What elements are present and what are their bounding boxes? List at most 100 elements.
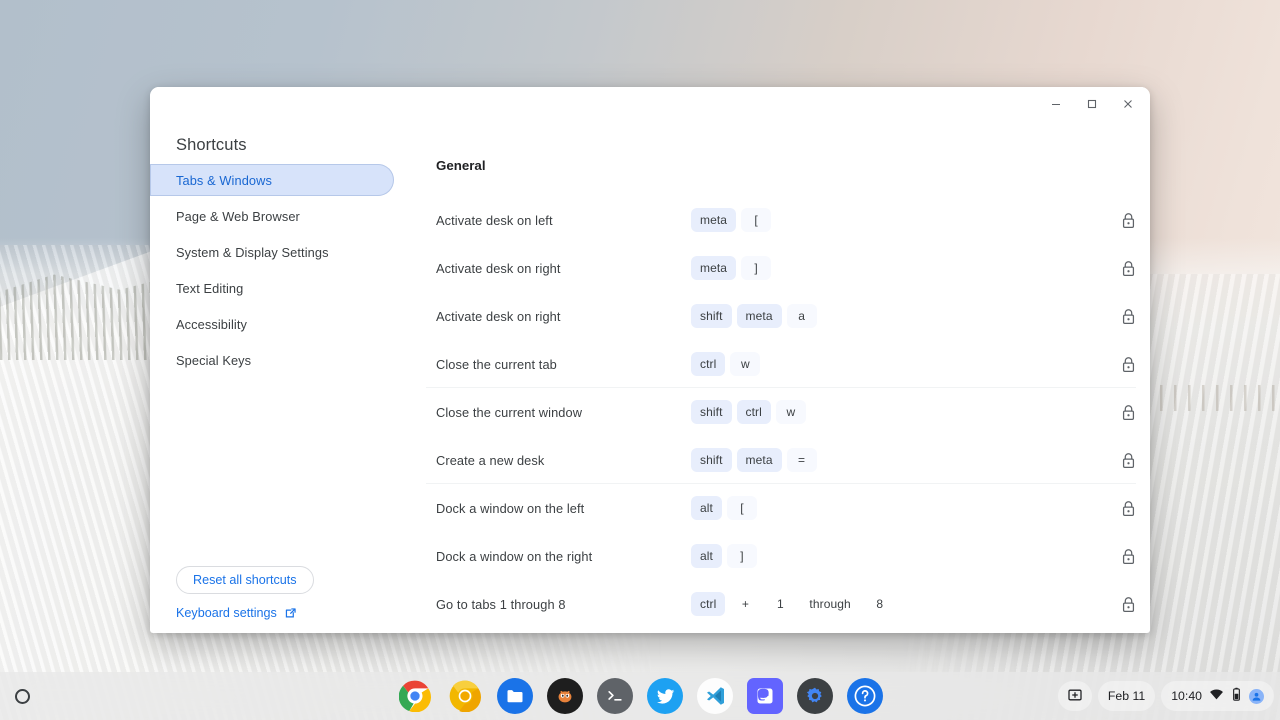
date-button[interactable]: Feb 11 [1097, 681, 1156, 711]
minimize-button[interactable] [1038, 89, 1074, 119]
shelf-app-terminal[interactable] [597, 678, 633, 714]
shortcut-row[interactable]: Dock a window on the right alt] [426, 532, 1150, 580]
shortcut-keys: shift meta = [691, 448, 1106, 472]
maximize-button[interactable] [1074, 89, 1110, 119]
sidebar-footer: Reset all shortcuts Keyboard settings [150, 566, 418, 622]
key-chip: [ [726, 496, 757, 520]
key-chip: shift [691, 448, 732, 472]
system-tray[interactable]: 10:40 [1161, 681, 1274, 711]
clock-label: 10:40 [1171, 689, 1202, 703]
key-chip: ctrl [691, 592, 726, 616]
sidebar-item-tabs-and-windows[interactable]: Tabs & Windows [150, 164, 394, 196]
key-chip: w [775, 400, 806, 424]
shelf-app-help[interactable] [847, 678, 883, 714]
shelf-app-vscode[interactable] [697, 678, 733, 714]
sidebar: Tabs & Windows Page & Web Browser System… [150, 155, 418, 622]
shortcut-row[interactable]: Dock a window on the left alt[ [426, 484, 1150, 532]
key-chip: w [730, 352, 761, 376]
shortcuts-window: Shortcuts Tabs & Windows Page & Web Brow… [150, 87, 1150, 633]
shortcut-label: Activate desk on left [436, 212, 553, 228]
keyboard-settings-link[interactable]: Keyboard settings [176, 606, 297, 620]
sidebar-item-accessibility[interactable]: Accessibility [150, 308, 394, 340]
reset-all-shortcuts-button[interactable]: Reset all shortcuts [176, 566, 314, 594]
key-chip: alt [691, 544, 722, 568]
key-chip: meta [736, 304, 782, 328]
shortcut-row[interactable]: Activate desk on right meta] [426, 244, 1150, 292]
shortcut-row[interactable]: Close the current tab ctrl w [426, 340, 1150, 388]
shortcut-label: Go to tabs 1 through 8 [436, 596, 566, 612]
sidebar-item-label: System & Display Settings [176, 244, 329, 260]
key-chip: ] [741, 256, 772, 280]
keyboard-settings-label: Keyboard settings [176, 606, 277, 620]
shortcut-label: Activate desk on right [436, 308, 561, 324]
shortcut-label: Dock a window on the left [436, 500, 585, 516]
key-chip: 8 [876, 597, 884, 611]
status-area: Feb 11 10:40 [1057, 681, 1274, 711]
wifi-icon [1209, 687, 1224, 705]
lock-icon [1106, 212, 1150, 229]
shortcut-label: Close the current tab [436, 356, 557, 372]
shelf-app-list [397, 678, 883, 714]
screen-capture-button[interactable] [1057, 681, 1092, 711]
sidebar-item-label: Page & Web Browser [176, 208, 300, 224]
shortcut-keys: meta[ [691, 208, 1106, 232]
launcher-icon[interactable] [8, 682, 36, 710]
close-button[interactable] [1110, 89, 1146, 119]
shortcut-row[interactable]: Activate desk on right shift meta a [426, 292, 1150, 340]
shortcut-keys: shift ctrl w [691, 400, 1106, 424]
external-link-icon [284, 607, 297, 620]
user-avatar[interactable] [1249, 688, 1264, 704]
key-chip: meta [691, 208, 737, 232]
shelf: Feb 11 10:40 [0, 672, 1280, 720]
lock-icon [1106, 596, 1150, 613]
key-chip: 1 [777, 597, 784, 611]
shortcut-keys: ctrl +1 through 8 [691, 592, 1106, 616]
sidebar-item-label: Accessibility [176, 316, 247, 332]
reset-button-label: Reset all shortcuts [193, 573, 297, 587]
sidebar-item-label: Text Editing [176, 280, 244, 296]
shortcuts-list: General Activate desk on left meta[Activa… [418, 155, 1150, 622]
shortcut-row[interactable]: Create a new desk shift meta = [426, 436, 1150, 484]
lock-icon [1106, 308, 1150, 325]
sidebar-item-text-editing[interactable]: Text Editing [150, 272, 394, 304]
shortcut-label: Dock a window on the right [436, 548, 593, 564]
shortcut-label: Create a new desk [436, 452, 545, 468]
key-chip: meta [691, 256, 737, 280]
key-chip: + [741, 597, 749, 611]
lock-icon [1106, 452, 1150, 469]
key-chip: through [809, 597, 851, 611]
shelf-app-dark-app[interactable] [547, 678, 583, 714]
sidebar-item-page-and-web-browser[interactable]: Page & Web Browser [150, 200, 394, 232]
shelf-app-chrome-canary[interactable] [447, 678, 483, 714]
shelf-app-files[interactable] [497, 678, 533, 714]
lock-icon [1106, 500, 1150, 517]
key-chip: = [786, 448, 817, 472]
key-chip: ctrl [691, 352, 726, 376]
shelf-app-chrome[interactable] [397, 678, 433, 714]
key-chip: shift [691, 304, 732, 328]
sidebar-item-label: Special Keys [176, 352, 252, 368]
launcher-ring [14, 688, 30, 704]
sidebar-item-special-keys[interactable]: Special Keys [150, 344, 394, 376]
shortcut-keys: alt[ [691, 496, 1106, 520]
shortcut-row[interactable]: Activate desk on left meta[ [426, 196, 1150, 244]
shortcut-keys: meta] [691, 256, 1106, 280]
shelf-app-twitter[interactable] [647, 678, 683, 714]
shortcut-label: Activate desk on right [436, 260, 561, 276]
key-chip: [ [741, 208, 772, 232]
shortcut-keys: alt] [691, 544, 1106, 568]
window-titlebar [150, 87, 1150, 120]
window-body: Tabs & Windows Page & Web Browser System… [150, 155, 1150, 622]
key-chip: meta [736, 448, 782, 472]
shelf-app-mastodon[interactable] [747, 678, 783, 714]
shortcut-row[interactable]: Close the current window shift ctrl w [426, 388, 1150, 436]
key-chip: ctrl [736, 400, 771, 424]
sidebar-item-system-and-display-settings[interactable]: System & Display Settings [150, 236, 394, 268]
key-chip: a [786, 304, 817, 328]
shortcut-keys: ctrl w [691, 352, 1106, 376]
lock-icon [1106, 548, 1150, 565]
lock-icon [1106, 404, 1150, 421]
group-title: General [436, 158, 486, 173]
shortcut-row[interactable]: Go to tabs 1 through 8 ctrl +1 through 8 [426, 580, 1150, 622]
shelf-app-settings[interactable] [797, 678, 833, 714]
